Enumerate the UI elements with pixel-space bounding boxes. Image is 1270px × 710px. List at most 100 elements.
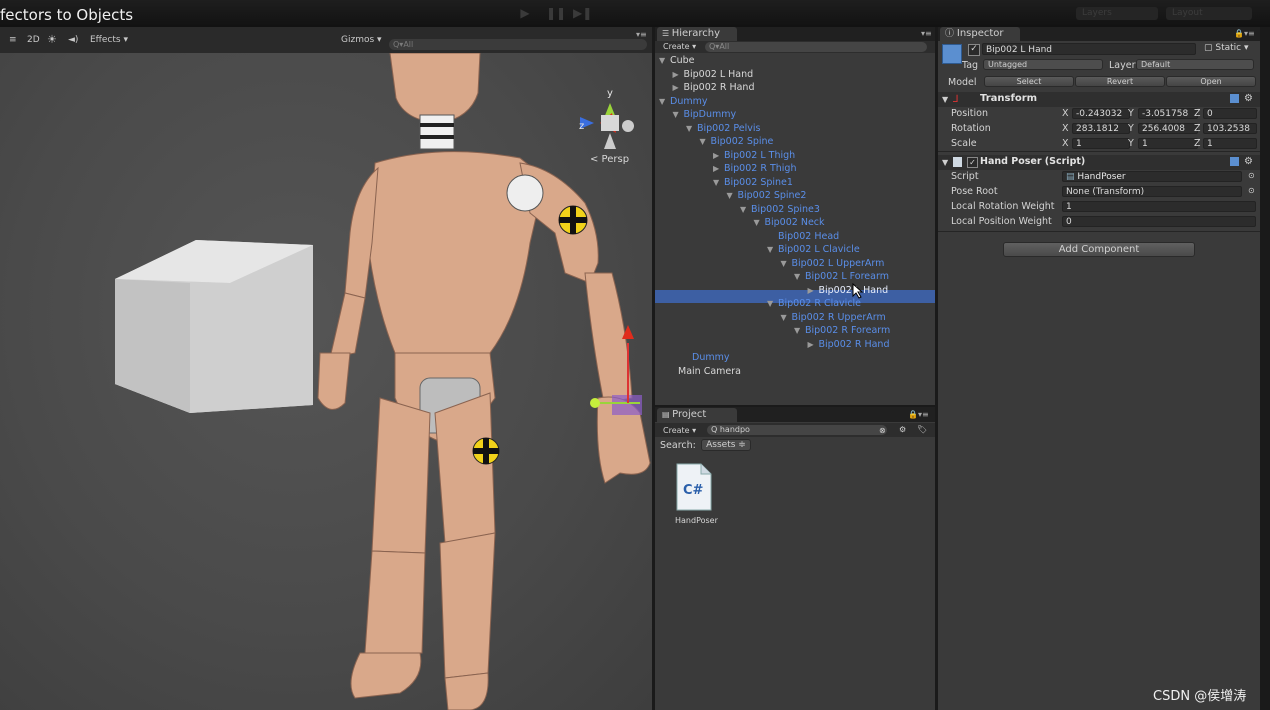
pose-root-field[interactable]: None (Transform) xyxy=(1062,186,1242,197)
shaded-mode-button[interactable]: ≡ xyxy=(9,35,17,45)
rotation-weight-field[interactable]: 1 xyxy=(1062,201,1256,212)
model-select-button[interactable]: Select xyxy=(984,76,1074,87)
expanded-arrow-icon[interactable]: ▼ xyxy=(794,270,802,283)
model-open-button[interactable]: Open xyxy=(1166,76,1256,87)
expanded-arrow-icon[interactable]: ▼ xyxy=(740,203,748,216)
audio-icon[interactable]: ◄) xyxy=(68,35,78,45)
script-help-icon[interactable] xyxy=(1230,157,1239,166)
project-create-button[interactable]: Create ▾ xyxy=(663,426,696,435)
hierarchy-item[interactable]: ▼ Bip002 Spine1 xyxy=(713,176,793,189)
layout-dropdown[interactable]: Layout xyxy=(1166,7,1252,20)
project-search-input[interactable]: Q handpo xyxy=(707,425,887,435)
help-icon[interactable] xyxy=(1230,94,1239,103)
hierarchy-item[interactable]: ▼ Bip002 Spine xyxy=(700,135,774,148)
script-settings-gear-icon[interactable]: ⚙ xyxy=(1244,156,1253,167)
hierarchy-item[interactable]: ▼ Bip002 Neck xyxy=(754,216,825,229)
hierarchy-item[interactable]: Bip002 Head xyxy=(767,230,839,243)
transform-y-field[interactable]: -3.051758 xyxy=(1138,108,1198,119)
axis-x-label[interactable]: X xyxy=(1062,138,1069,149)
persp-label[interactable]: < Persp xyxy=(590,154,629,165)
hierarchy-item[interactable]: ▼ Bip002 R UpperArm xyxy=(781,311,886,324)
hierarchy-search-input[interactable]: Q▾All xyxy=(705,42,927,52)
tab-inspector[interactable]: ⓘ Inspector xyxy=(940,27,1020,41)
effects-dropdown[interactable]: Effects ▾ xyxy=(90,35,128,45)
hierarchy-item[interactable]: ▼ Bip002 R Clavicle xyxy=(767,297,861,310)
axis-y-label[interactable]: Y xyxy=(1128,108,1134,119)
static-toggle[interactable]: ▢ Static ▾ xyxy=(1204,43,1249,53)
tab-project[interactable]: ▤ Project xyxy=(657,408,737,422)
collapsed-arrow-icon[interactable]: ▶ xyxy=(713,162,721,175)
hierarchy-item[interactable]: ▼ Bip002 L Clavicle xyxy=(767,243,860,256)
tab-hierarchy[interactable]: ☰ Hierarchy xyxy=(657,27,737,41)
transform-x-field[interactable]: 1 xyxy=(1072,138,1130,149)
lighting-icon[interactable]: ☀ xyxy=(47,33,57,46)
collapsed-arrow-icon[interactable]: ▶ xyxy=(673,68,681,81)
hierarchy-item[interactable]: ▶Bip002 L Hand xyxy=(673,68,754,81)
filter-type-icon[interactable]: ⚙ xyxy=(899,425,906,434)
hierarchy-item[interactable]: ▶Bip002 L Hand xyxy=(808,284,889,297)
model-revert-button[interactable]: Revert xyxy=(1075,76,1165,87)
collapsed-arrow-icon[interactable]: ▶ xyxy=(808,338,816,351)
add-component-button[interactable]: Add Component xyxy=(1003,242,1195,257)
hierarchy-item[interactable]: ▼ Dummy xyxy=(659,95,707,108)
axis-x-label[interactable]: X xyxy=(1062,123,1069,134)
2d-toggle[interactable]: 2D xyxy=(27,35,40,45)
transform-y-field[interactable]: 256.4008 xyxy=(1138,123,1198,134)
expanded-arrow-icon[interactable]: ▼ xyxy=(686,122,694,135)
collapsed-arrow-icon[interactable]: ▶ xyxy=(673,81,681,94)
static-checkbox[interactable]: ▢ xyxy=(1204,43,1213,53)
hierarchy-item[interactable]: ▼ Bip002 L Forearm xyxy=(794,270,889,283)
assets-scope-button[interactable]: Assets ≑ xyxy=(701,439,751,451)
clear-search-icon[interactable]: ⊗ xyxy=(879,426,886,435)
hierarchy-item[interactable]: ▶ Bip002 R Hand xyxy=(808,338,890,351)
script-foldout-icon[interactable]: ▼ xyxy=(942,158,948,167)
transform-x-field[interactable]: 283.1812 xyxy=(1072,123,1130,134)
expanded-arrow-icon[interactable]: ▼ xyxy=(713,176,721,189)
expanded-arrow-icon[interactable]: ▼ xyxy=(767,297,775,310)
transform-foldout-icon[interactable]: ▼ xyxy=(942,95,948,104)
transform-z-field[interactable]: 1 xyxy=(1203,138,1257,149)
script-object-field[interactable]: ▤ HandPoser xyxy=(1062,171,1242,182)
settings-gear-icon[interactable]: ⚙ xyxy=(1244,93,1253,104)
hierarchy-item[interactable]: ▼ Cube xyxy=(659,54,695,67)
hierarchy-item[interactable]: ▼ Bip002 Pelvis xyxy=(686,122,760,135)
hierarchy-item[interactable]: ▶ Bip002 R Thigh xyxy=(713,162,796,175)
layer-dropdown[interactable]: Default xyxy=(1136,59,1254,70)
step-button[interactable]: ▶❚ xyxy=(573,6,592,20)
hierarchy-item[interactable]: ▶ Bip002 L Thigh xyxy=(713,149,795,162)
expanded-arrow-icon[interactable]: ▼ xyxy=(727,189,735,202)
transform-x-field[interactable]: -0.243032 xyxy=(1072,108,1130,119)
expanded-arrow-icon[interactable]: ▼ xyxy=(794,324,802,337)
axis-z-label[interactable]: Z xyxy=(1194,138,1201,149)
expanded-arrow-icon[interactable]: ▼ xyxy=(659,95,667,108)
axis-z-label[interactable]: Z xyxy=(1194,123,1201,134)
position-weight-field[interactable]: 0 xyxy=(1062,216,1256,227)
inspector-menu-icon[interactable]: 🔒▾≡ xyxy=(1234,29,1255,38)
hierarchy-item[interactable]: Main Camera xyxy=(667,365,741,378)
expanded-arrow-icon[interactable]: ▼ xyxy=(781,311,789,324)
script-enabled-checkbox[interactable]: ✓ xyxy=(967,157,978,168)
transform-y-field[interactable]: 1 xyxy=(1138,138,1198,149)
expanded-arrow-icon[interactable]: ▼ xyxy=(659,54,667,67)
layers-dropdown[interactable]: Layers xyxy=(1076,7,1158,20)
axis-y-label[interactable]: Y xyxy=(1128,138,1134,149)
transform-z-field[interactable]: 103.2538 xyxy=(1203,123,1257,134)
hierarchy-item[interactable]: ▼ Bip002 Spine3 xyxy=(740,203,820,216)
hierarchy-menu-icon[interactable]: ▾≡ xyxy=(921,29,932,38)
expanded-arrow-icon[interactable]: ▼ xyxy=(754,216,762,229)
scene-search-input[interactable]: Q▾All xyxy=(389,39,647,50)
hierarchy-item[interactable]: ▼ BipDummy xyxy=(673,108,737,121)
panel-menu-icon[interactable]: ▾≡ xyxy=(636,30,647,39)
expanded-arrow-icon[interactable]: ▼ xyxy=(767,243,775,256)
pose-root-picker-icon[interactable]: ⊙ xyxy=(1248,186,1255,195)
project-lock-icon[interactable]: 🔒▾≡ xyxy=(908,410,929,419)
scene-view[interactable]: ≡ 2D ☀ ◄) Effects ▾ Gizmos ▾ Q▾All ▾≡ y … xyxy=(0,27,652,710)
gizmos-dropdown[interactable]: Gizmos ▾ xyxy=(341,35,382,45)
collapsed-arrow-icon[interactable]: ▶ xyxy=(808,284,816,297)
play-button[interactable]: ▶ xyxy=(518,6,532,20)
tag-dropdown[interactable]: Untagged xyxy=(983,59,1103,70)
pause-button[interactable]: ❚❚ xyxy=(546,6,566,20)
hierarchy-create-button[interactable]: Create ▾ xyxy=(663,42,696,51)
transform-header[interactable]: ▼ ⅃ Transform ⚙ xyxy=(938,92,1260,107)
collapsed-arrow-icon[interactable]: ▶ xyxy=(713,149,721,162)
